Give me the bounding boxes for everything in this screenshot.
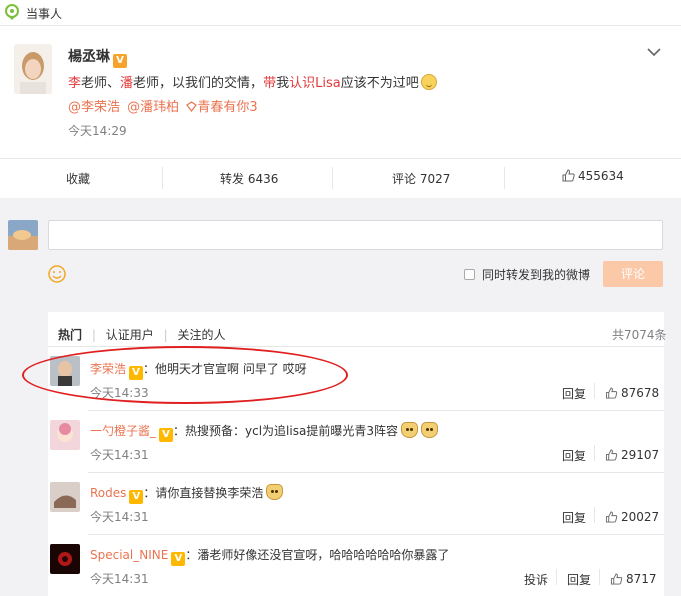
thumbs-up-icon [610, 573, 623, 585]
submit-comment-button[interactable]: 评论 [603, 261, 663, 287]
author-avatar[interactable] [14, 44, 52, 94]
report-button[interactable]: 投诉 [524, 571, 548, 588]
repost-button[interactable]: 转发 6436 [220, 170, 278, 187]
comment-divider [88, 410, 664, 411]
mention-link[interactable]: @李荣浩 [68, 100, 120, 115]
emoji-picker-icon[interactable] [48, 265, 66, 283]
post-author-name[interactable]: 楊丞琳 [68, 49, 110, 65]
comment-like-button[interactable]: 87678 [605, 386, 659, 400]
annotation-circle [22, 346, 348, 404]
action-divider [504, 167, 505, 189]
action-divider [162, 167, 163, 189]
post-text-part: Lisa [315, 76, 341, 91]
comment-like-button[interactable]: 8717 [610, 572, 657, 586]
doge-emoji-icon [400, 422, 418, 438]
collect-button[interactable]: 收藏 [66, 170, 90, 187]
comment-avatar[interactable] [50, 482, 80, 512]
filter-following-tab[interactable]: 关注的人 [177, 328, 225, 342]
location-pin-icon [4, 4, 20, 20]
comment-like-count: 87678 [621, 386, 660, 400]
filter-hot-tab[interactable]: 热门 [58, 328, 82, 342]
action-divider [594, 445, 595, 461]
post-author-row: 楊丞琳 V [68, 46, 127, 68]
submit-comment-label: 评论 [620, 267, 645, 281]
comment-avatar[interactable] [50, 420, 80, 450]
post-mentions: @李荣浩 @潘玮柏 青春有你3 [68, 96, 258, 115]
comment-divider [88, 472, 664, 473]
comment-total: 共7074条 [612, 328, 667, 342]
post-text-part: 老师，以我们的交情， [133, 76, 264, 91]
comment-button[interactable]: 评论 7027 [392, 170, 450, 187]
comment-time: 今天14:31 [90, 572, 149, 586]
chevron-down-icon[interactable] [646, 46, 662, 58]
post-text-part: 潘 [120, 76, 134, 91]
comment-time: 今天14:31 [90, 510, 149, 524]
verified-badge-icon: V [159, 428, 174, 442]
comment-filters: 热门 | 认证用户 | 关注的人 [58, 326, 225, 343]
filter-separator: | [163, 328, 168, 342]
comment-like-count: 20027 [621, 510, 660, 524]
action-divider [594, 507, 595, 523]
repost-checkbox[interactable] [464, 269, 475, 280]
comment-input[interactable] [48, 220, 663, 250]
top-header: 当事人 [0, 0, 681, 26]
comment-author[interactable]: Rodes [90, 486, 126, 500]
comment-like-button[interactable]: 20027 [605, 510, 659, 524]
reply-button[interactable]: 回复 [562, 447, 586, 464]
comment-divider [88, 534, 664, 535]
post-text-part: 认识 [289, 76, 316, 91]
comment-text: ：请你直接替换李荣浩 [143, 486, 264, 500]
verified-badge-icon: V [113, 54, 127, 68]
comment-text: ：热搜预备：ycl为追lisa提前曝光青3阵容 [173, 424, 398, 438]
verified-badge-icon: V [171, 552, 186, 566]
comment-like-count: 8717 [626, 572, 657, 586]
comment-author[interactable]: Special_NINE [90, 548, 168, 562]
current-user-avatar[interactable] [8, 220, 38, 250]
post-text-part: 李 [68, 76, 82, 91]
comment-line: 一勺橙子酱_ V ：热搜预备：ycl为追lisa提前曝光青3阵容 [90, 422, 438, 442]
nerd-emoji-icon [420, 74, 437, 90]
comment-avatar[interactable] [50, 544, 80, 574]
comment-time: 今天14:31 [90, 448, 149, 462]
topic-link[interactable]: 青春有你3 [197, 100, 257, 115]
comment-author[interactable]: 一勺橙子酱_ [90, 424, 156, 438]
post-text: 李老师、潘老师，以我们的交情，带我认识Lisa应该不为过吧 [68, 72, 437, 91]
comment-like-count: 29107 [621, 448, 660, 462]
topic-icon [186, 101, 198, 112]
doge-emoji-icon [420, 422, 438, 438]
action-divider [556, 569, 557, 585]
filter-verified-tab[interactable]: 认证用户 [106, 328, 154, 342]
action-divider [332, 167, 333, 189]
reply-button[interactable]: 回复 [567, 571, 591, 588]
comment-line: Special_NINE V ：潘老师好像还没官宣呀，哈哈哈哈哈哈你暴露了 [90, 546, 449, 566]
like-count: 455634 [578, 169, 624, 183]
action-divider [594, 383, 595, 399]
thumbs-up-icon [562, 169, 575, 182]
comment-like-button[interactable]: 29107 [605, 448, 659, 462]
post-time[interactable]: 今天14:29 [68, 122, 127, 139]
thumbs-up-icon [605, 511, 618, 523]
reply-button[interactable]: 回复 [562, 385, 586, 402]
like-button[interactable]: 455634 [562, 169, 624, 183]
header-title: 当事人 [26, 7, 63, 21]
repost-checkbox-label: 同时转发到我的微博 [482, 268, 591, 282]
post-text-part: 应该不为过吧 [340, 76, 419, 91]
post-text-part: 我 [276, 76, 290, 91]
post-text-part: 老师、 [81, 76, 121, 91]
comment-text: ：潘老师好像还没官宣呀，哈哈哈哈哈哈你暴露了 [185, 548, 450, 562]
action-divider [599, 569, 600, 585]
thumbs-up-icon [605, 387, 618, 399]
mention-link[interactable]: @潘玮柏 [127, 100, 179, 115]
thumbs-up-icon [605, 449, 618, 461]
reply-button[interactable]: 回复 [562, 509, 586, 526]
verified-badge-icon: V [129, 490, 144, 504]
doge-emoji-icon [266, 484, 284, 500]
filter-separator: | [91, 328, 96, 342]
action-bar: 收藏 转发 6436 评论 7027 455634 [0, 159, 681, 197]
post-text-part: 带 [263, 76, 277, 91]
comment-line: Rodes V ：请你直接替换李荣浩 [90, 484, 284, 504]
